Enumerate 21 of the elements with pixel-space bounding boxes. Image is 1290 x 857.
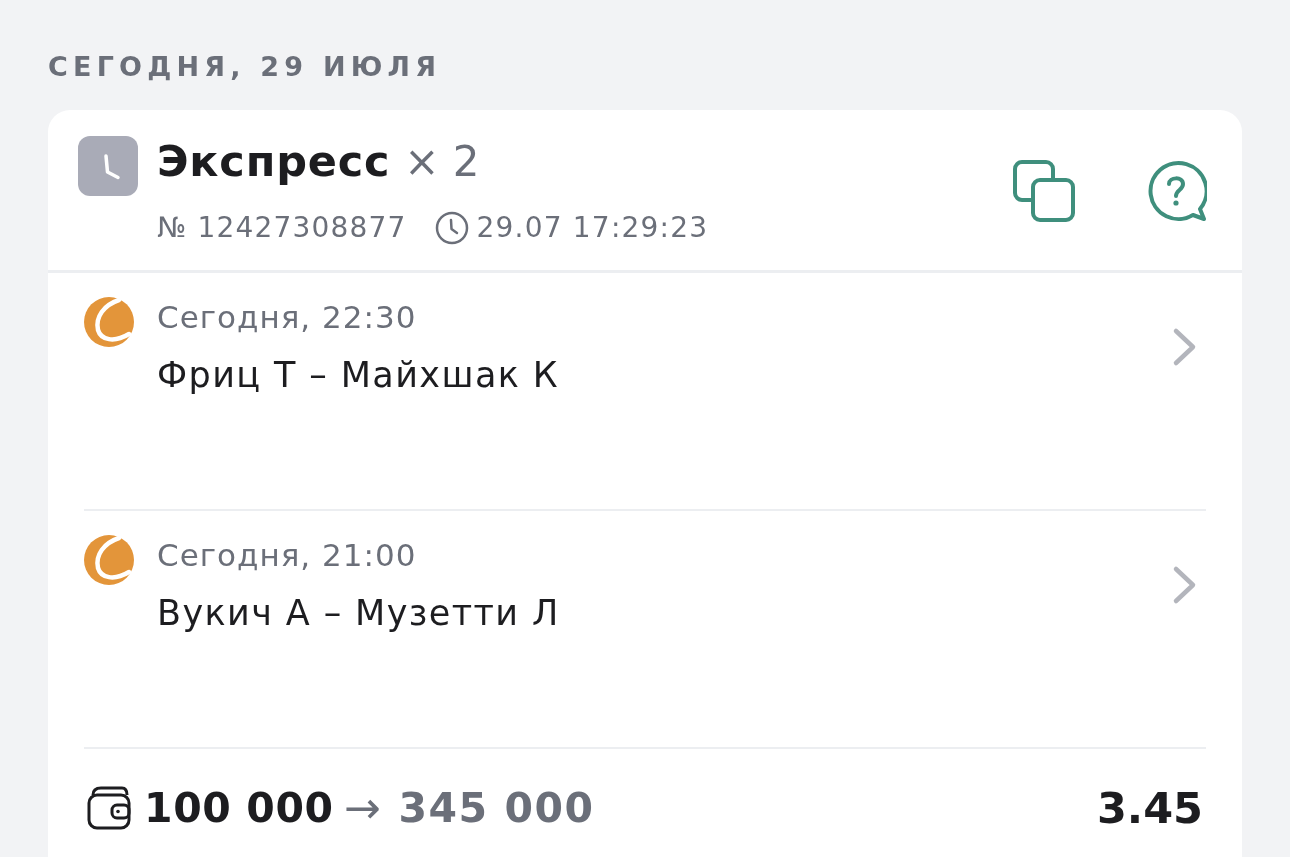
tennis-ball-icon	[84, 297, 134, 347]
bet-type-title: Экспресс	[157, 136, 391, 186]
chevron-icon[interactable]	[1172, 327, 1198, 367]
date-header: СЕГОДНЯ, 29 ИЮЛЯ	[48, 50, 442, 84]
stake-amount: 100 000	[144, 783, 334, 833]
event-time: Сегодня, 21:00	[157, 536, 417, 575]
copy-icon[interactable]	[1013, 160, 1075, 222]
clock-icon	[434, 211, 469, 245]
match-name: Вукич А – Музетти Л	[157, 592, 560, 635]
arrow-glyph: →	[343, 783, 381, 833]
payout-amount: 345 000	[398, 783, 595, 833]
clock-icon	[78, 136, 138, 196]
wallet-icon	[86, 785, 132, 831]
event-time: Сегодня, 22:30	[157, 298, 417, 337]
bet-number: № 12427308877	[157, 210, 407, 246]
tennis-ball-icon	[84, 535, 134, 585]
total-odds: 3.45	[1096, 783, 1203, 833]
event-count: × 2	[404, 137, 480, 187]
match-name: Фриц Т – Майхшак К	[157, 354, 560, 397]
chevron-icon[interactable]	[1172, 565, 1198, 605]
bet-timestamp: 29.07 17:29:23	[476, 210, 709, 246]
